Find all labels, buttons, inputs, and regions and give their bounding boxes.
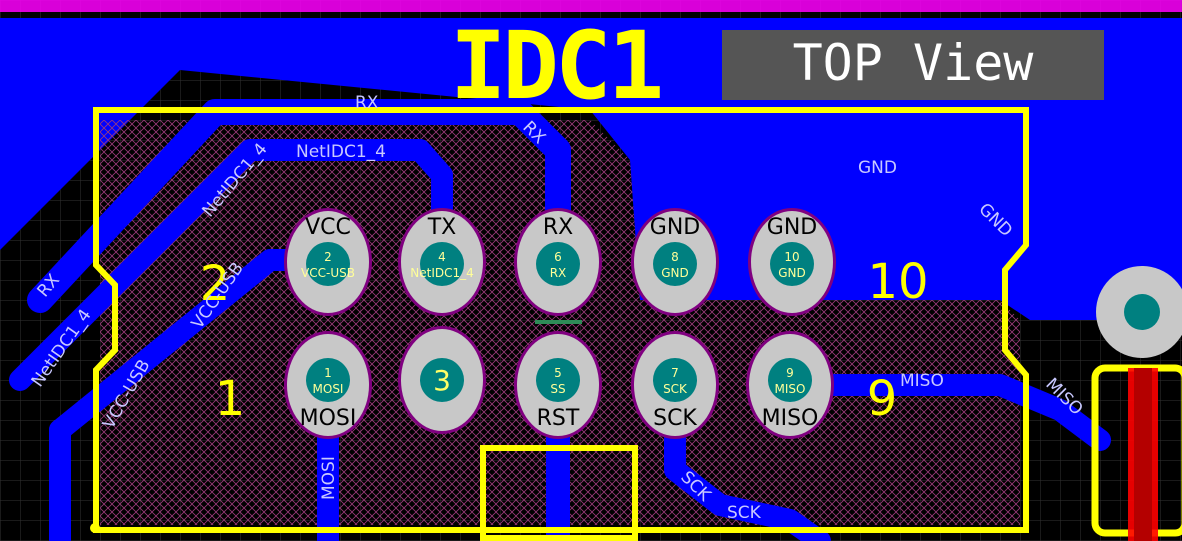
pad-number: 4 bbox=[438, 250, 446, 264]
pad-number: 3 bbox=[433, 364, 451, 397]
pad-net-name: GND bbox=[778, 266, 806, 280]
pcb-canvas[interactable]: IDC1 TOP View 2 1 10 9 1 MOSI MOSI 2 VCC-USB… bbox=[0, 0, 1182, 541]
pad-function-label: RX bbox=[543, 215, 573, 240]
pad-7[interactable]: 7 SCK SCK bbox=[631, 331, 719, 439]
pad-2[interactable]: 2 VCC-USB VCC bbox=[284, 208, 372, 316]
pad-6[interactable]: 6 RX RX bbox=[514, 208, 602, 316]
pad-10[interactable]: 10 GND GND bbox=[748, 208, 836, 316]
pad-net-name: MISO bbox=[775, 382, 806, 396]
pin-label-10: 10 bbox=[867, 254, 928, 310]
trace-label-rx-top: RX bbox=[355, 93, 379, 113]
trace-label-mosi-v: MOSI bbox=[319, 456, 339, 500]
pad-number: 1 bbox=[324, 366, 332, 380]
pad-function-label: MISO bbox=[762, 406, 819, 431]
pad-net-name: RX bbox=[550, 266, 567, 280]
pad-5[interactable]: 5 SS RST bbox=[514, 331, 602, 439]
pad-number: 5 bbox=[554, 366, 562, 380]
pad-number: 9 bbox=[786, 366, 794, 380]
pad-function-label: GND bbox=[650, 215, 700, 240]
pad-net-name: SCK bbox=[663, 382, 688, 396]
pad-number: 8 bbox=[671, 250, 679, 264]
mounting-hole-drill bbox=[1124, 294, 1160, 330]
pin1-marker bbox=[90, 523, 100, 533]
pad-number: 10 bbox=[784, 250, 799, 264]
trace-label-miso-h: MISO bbox=[900, 371, 944, 391]
pad-number: 7 bbox=[671, 366, 679, 380]
pad-net-name: MOSI bbox=[313, 382, 344, 396]
pad-net-name: VCC-USB bbox=[301, 266, 355, 280]
trace-label-netidc-top: NetIDC1_4 bbox=[296, 142, 386, 162]
trace-label-sck-h: SCK bbox=[727, 503, 762, 523]
pin-label-9: 9 bbox=[867, 371, 898, 427]
pad-8[interactable]: 8 GND GND bbox=[631, 208, 719, 316]
pad-function-label: MOSI bbox=[300, 406, 357, 431]
pad-function-label: SCK bbox=[653, 406, 697, 431]
pad-function-label: VCC bbox=[305, 215, 351, 240]
pad-net-name: SS bbox=[550, 382, 565, 396]
trace-label-gnd-plane: GND bbox=[858, 158, 897, 178]
pad-net-name: NetIDC1_4 bbox=[410, 266, 474, 280]
pin-label-1: 1 bbox=[215, 371, 246, 427]
view-label: TOP View bbox=[793, 34, 1035, 92]
pad-net-name: GND bbox=[661, 266, 689, 280]
pad-number: 6 bbox=[554, 250, 562, 264]
pad-3[interactable]: 3 bbox=[398, 326, 486, 434]
pad-9[interactable]: 9 MISO MISO bbox=[746, 331, 834, 439]
keepout-line bbox=[0, 0, 1182, 12]
designator: IDC1 bbox=[450, 12, 661, 121]
pad-number: 2 bbox=[324, 250, 332, 264]
pad-1[interactable]: 1 MOSI MOSI bbox=[284, 331, 372, 439]
pad-4[interactable]: 4 NetIDC1_4 TX bbox=[398, 208, 486, 316]
pad-function-label: GND bbox=[767, 215, 817, 240]
pad-function-label: RST bbox=[537, 406, 580, 431]
pad-function-label: TX bbox=[427, 215, 457, 240]
